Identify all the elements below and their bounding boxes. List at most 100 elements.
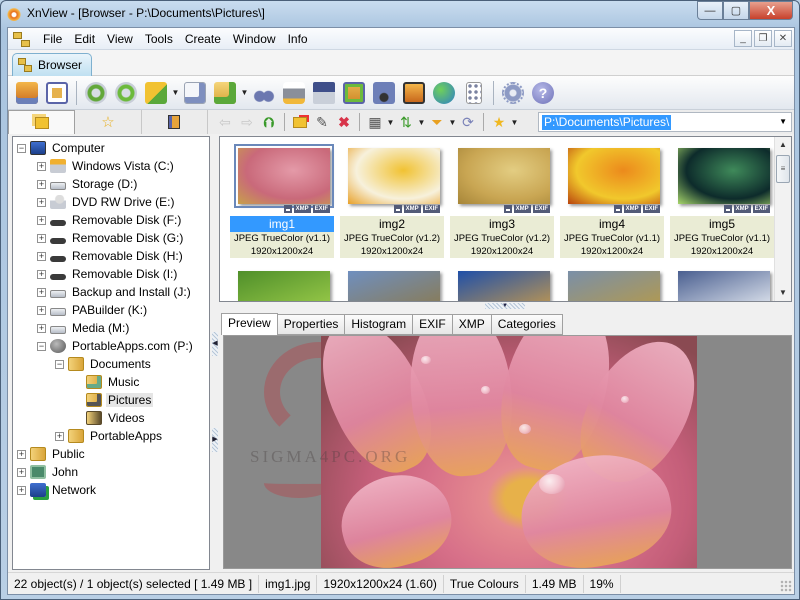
thumbnail-image[interactable]: [234, 144, 334, 208]
sort-dropdown[interactable]: ▼: [417, 118, 426, 127]
file-info-button[interactable]: [180, 79, 210, 107]
view-mode-icon[interactable]: ▦: [364, 111, 386, 133]
copy-move-dropdown[interactable]: ▼: [240, 88, 249, 97]
delete-icon[interactable]: ✖: [333, 111, 355, 133]
thumbnail-image[interactable]: [678, 148, 770, 204]
browser-mdi-icon[interactable]: [13, 31, 31, 47]
thumbnail-item[interactable]: XMP EXIF img4 JPEG TrueColor (v1.1) 1920x120…: [560, 145, 664, 265]
tab-xmp[interactable]: XMP: [452, 314, 492, 335]
fullscreen-button[interactable]: [42, 79, 72, 107]
thumbnail-image[interactable]: [678, 271, 770, 301]
minimize-button[interactable]: —: [697, 1, 723, 20]
favorites-star-icon[interactable]: ★: [488, 111, 510, 133]
thumbnail-item[interactable]: XMP EXIF img2 JPEG TrueColor (v1.2) 1920x120…: [340, 145, 444, 265]
expand-icon[interactable]: +: [17, 449, 26, 459]
tree-node-media-m[interactable]: + Media (M:): [37, 319, 131, 337]
tree-node-portableapps[interactable]: + PortableApps: [55, 427, 164, 445]
thumbnail-item[interactable]: XMP EXIF img5 JPEG TrueColor (v1.1) 1920x120…: [670, 145, 774, 265]
mdi-minimize-button[interactable]: _: [734, 30, 752, 47]
address-combobox[interactable]: P:\Documents\Pictures\ ▼: [538, 112, 792, 132]
rename-icon[interactable]: ✎: [311, 111, 333, 133]
expand-icon[interactable]: +: [37, 197, 46, 207]
thumbnail-item[interactable]: XMP EXIF img1 JPEG TrueColor (v1.1) 1920x120…: [230, 144, 334, 265]
tree-node-storage-d[interactable]: + Storage (D:): [37, 175, 139, 193]
tree-node-removable-disk-f[interactable]: + Removable Disk (F:): [37, 211, 183, 229]
thumbnail-image[interactable]: [458, 271, 550, 301]
tree-node-documents[interactable]: − Documents: [55, 355, 153, 373]
print-button[interactable]: [279, 79, 309, 107]
contact-sheet-button[interactable]: [459, 79, 489, 107]
tree-node-music[interactable]: Music: [73, 373, 141, 391]
expand-icon[interactable]: +: [17, 467, 26, 477]
maximize-button[interactable]: ▢: [723, 1, 749, 20]
tab-histogram[interactable]: Histogram: [345, 314, 414, 335]
filter-funnel-icon[interactable]: ⏷: [426, 111, 448, 133]
tree-node-computer[interactable]: − Computer: [17, 139, 107, 157]
tree-node-public[interactable]: + Public: [17, 445, 87, 463]
scroll-down-icon[interactable]: ▼: [775, 285, 791, 301]
tree-node-john[interactable]: + John: [17, 463, 80, 481]
refresh-icon[interactable]: ⟳: [457, 111, 479, 133]
expand-icon[interactable]: +: [37, 287, 46, 297]
thumbnail-image[interactable]: [568, 271, 660, 301]
find-button[interactable]: [249, 79, 279, 107]
scroll-up-icon[interactable]: ▲: [775, 137, 791, 153]
favorites-dropdown[interactable]: ▼: [510, 118, 519, 127]
menu-create[interactable]: Create: [179, 28, 227, 50]
close-button[interactable]: X: [749, 1, 793, 20]
expand-icon[interactable]: +: [37, 323, 46, 333]
tab-preview[interactable]: Preview: [221, 313, 278, 335]
collapse-down-grip[interactable]: ▼: [485, 303, 525, 309]
tab-exif[interactable]: EXIF: [413, 314, 453, 335]
collapse-left-grip[interactable]: ◀: [212, 332, 218, 356]
address-dropdown-arrow-icon[interactable]: ▼: [779, 117, 787, 126]
rotate-right-button[interactable]: [111, 79, 141, 107]
back-arrow-icon[interactable]: ⇦: [214, 111, 236, 133]
forward-arrow-icon[interactable]: ⇨: [236, 111, 258, 133]
tree-node-removable-disk-g[interactable]: + Removable Disk (G:): [37, 229, 185, 247]
expand-icon[interactable]: +: [55, 431, 64, 441]
view-mode-dropdown[interactable]: ▼: [386, 118, 395, 127]
slideshow-button[interactable]: [399, 79, 429, 107]
tree-node-windows-vista-c[interactable]: + Windows Vista (C:): [37, 157, 176, 175]
tab-browser[interactable]: Browser: [12, 53, 92, 76]
expand-icon[interactable]: +: [37, 269, 46, 279]
tree-node-videos[interactable]: Videos: [73, 409, 146, 427]
copy-move-button[interactable]: [210, 79, 240, 107]
expand-icon[interactable]: +: [37, 305, 46, 315]
address-input[interactable]: P:\Documents\Pictures\: [542, 114, 672, 130]
tree-node-removable-disk-h[interactable]: + Removable Disk (H:): [37, 247, 185, 265]
menu-view[interactable]: View: [101, 28, 139, 50]
favorites-tab[interactable]: ☆: [75, 110, 142, 134]
menu-edit[interactable]: Edit: [68, 28, 101, 50]
tab-categories[interactable]: Categories: [491, 314, 563, 335]
capture-button[interactable]: [369, 79, 399, 107]
tree-node-backup-and-install-j[interactable]: + Backup and Install (J:): [37, 283, 193, 301]
thumbnail-image[interactable]: [348, 271, 440, 301]
scanner-button[interactable]: [309, 79, 339, 107]
menu-tools[interactable]: Tools: [139, 28, 179, 50]
thumbnail-image[interactable]: [238, 271, 330, 301]
convert-dropdown[interactable]: ▼: [171, 88, 180, 97]
view-image-button[interactable]: [12, 79, 42, 107]
thumbnail-image[interactable]: [458, 148, 550, 204]
menu-file[interactable]: File: [37, 28, 68, 50]
expand-icon[interactable]: +: [17, 485, 26, 495]
filter-dropdown[interactable]: ▼: [448, 118, 457, 127]
rotate-left-button[interactable]: [81, 79, 111, 107]
web-page-button[interactable]: [429, 79, 459, 107]
mdi-restore-button[interactable]: ❐: [754, 30, 772, 47]
tab-properties[interactable]: Properties: [277, 314, 346, 335]
collapse-right-grip[interactable]: ▶: [212, 428, 218, 452]
thumbnail-image[interactable]: [348, 148, 440, 204]
thumbnail-item[interactable]: XMP EXIF img3 JPEG TrueColor (v1.2) 1920x120…: [450, 145, 554, 265]
tree-node-portableapps-com-p[interactable]: − PortableApps.com (P:): [37, 337, 195, 355]
tree-node-network[interactable]: + Network: [17, 481, 98, 499]
tree-node-pabuilder-k[interactable]: + PABuilder (K:): [37, 301, 149, 319]
expand-icon[interactable]: +: [37, 233, 46, 243]
vertical-splitter[interactable]: ◀ ▶: [211, 136, 219, 570]
help-button[interactable]: ?: [528, 79, 558, 107]
collapse-icon[interactable]: −: [55, 359, 64, 369]
collapse-icon[interactable]: −: [37, 341, 46, 351]
new-folder-icon[interactable]: [289, 111, 311, 133]
